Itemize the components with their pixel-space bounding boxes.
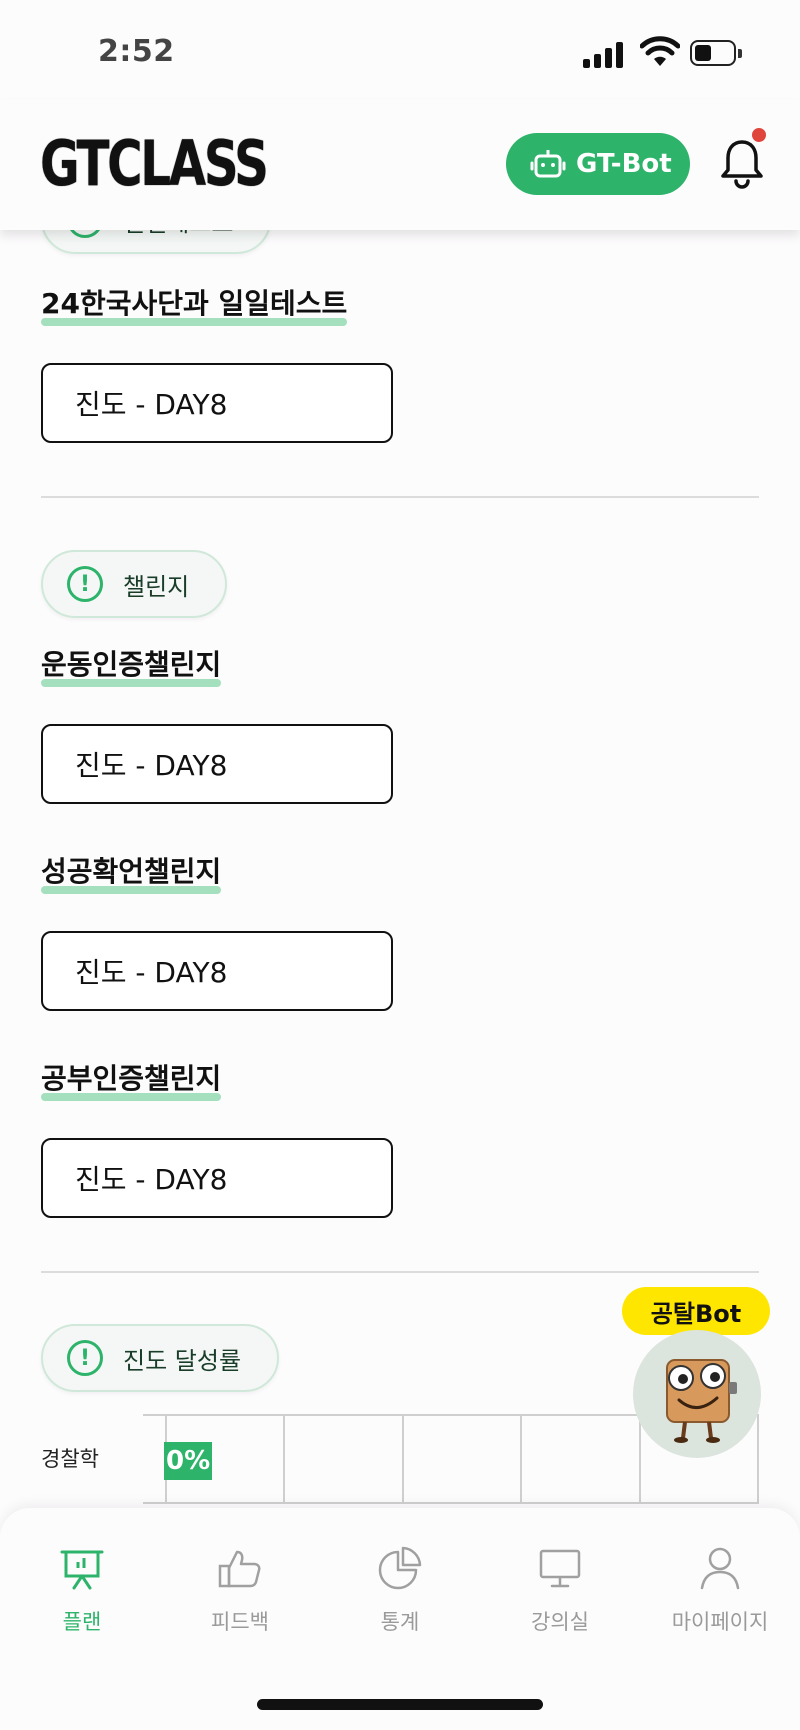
nav-item-classroom[interactable]: 강의실 [490,1544,630,1636]
alert-circle-icon: ! [67,1340,103,1376]
section-title-daily-test: 24한국사단과 일일테스트 [41,282,348,326]
chart-grid-line [143,1502,759,1504]
divider [41,496,759,498]
status-time: 2:52 [98,34,175,69]
progress-text: 진도 - DAY8 [75,388,228,421]
chip-achievement-rate: ! 진도 달성률 [41,1324,280,1392]
section-title-study-challenge: 공부인증챌린지 [41,1057,222,1101]
nav-label: 마이페이지 [671,1610,769,1634]
gtclass-logo[interactable]: GTCLASS [40,126,269,202]
status-bar: 2:52 [0,0,800,100]
cellular-signal-icon [583,40,625,68]
thumbs-up-icon [218,1550,261,1588]
progress-text: 진도 - DAY8 [75,956,228,989]
chip-label: 챌린지 [123,572,190,601]
progress-text: 진도 - DAY8 [75,1163,228,1196]
notification-dot [752,128,766,142]
alert-circle-icon: ! [67,566,103,602]
nav-item-feedback[interactable]: 피드백 [170,1544,310,1636]
home-indicator [257,1699,543,1710]
chip-challenge: ! 챌린지 [41,550,228,618]
wifi-icon [640,36,680,66]
chart-grid-line [283,1414,285,1504]
progress-text: 진도 - DAY8 [75,749,228,782]
chip-label: 진도 달성률 [123,1346,242,1375]
monitor-icon [539,1549,581,1588]
nav-label: 피드백 [211,1610,269,1634]
nav-item-stats[interactable]: 통계 [330,1544,470,1636]
gtbot-label: GT-Bot [576,149,672,179]
bottom-navigation: 플랜 피드백 통계 강의실 마이페이지 [0,1508,800,1730]
progress-box[interactable]: 진도 - DAY8 [41,363,393,443]
nav-label: 통계 [380,1610,420,1634]
progress-box[interactable]: 진도 - DAY8 [41,1138,393,1218]
chart-grid-line [757,1414,759,1504]
chart-grid-line [520,1414,522,1504]
gtbot-button[interactable]: GT-Bot [506,133,690,195]
nav-item-plan[interactable]: 플랜 [12,1544,152,1636]
nav-label: 플랜 [62,1610,102,1634]
chart-category-label: 경찰학 [41,1447,99,1471]
nav-label: 강의실 [531,1610,589,1634]
battery-icon [690,40,742,66]
pie-chart-icon [378,1546,422,1590]
nav-item-mypage[interactable]: 마이페이지 [650,1544,790,1636]
app-header: GTCLASS GT-Bot [0,100,800,230]
presentation-chart-icon [60,1550,104,1590]
user-icon [700,1547,740,1590]
section-title-exercise-challenge: 운동인증챌린지 [41,643,222,687]
chart-grid-line [639,1414,641,1504]
chart-grid-line [402,1414,404,1504]
divider [41,1271,759,1273]
progress-box[interactable]: 진도 - DAY8 [41,931,393,1011]
bot-mascot-avatar[interactable] [633,1330,761,1458]
mascot-image [666,1359,737,1443]
notification-bell-icon[interactable] [718,136,766,190]
section-title-affirmation-challenge: 성공확언챌린지 [41,850,222,894]
progress-box[interactable]: 진도 - DAY8 [41,724,393,804]
chart-bar: 0% [164,1442,213,1480]
bot-bubble[interactable]: 공탈Bot [622,1287,770,1335]
chart-bar-value-label: 0% [166,1446,211,1476]
robot-icon [530,150,566,178]
